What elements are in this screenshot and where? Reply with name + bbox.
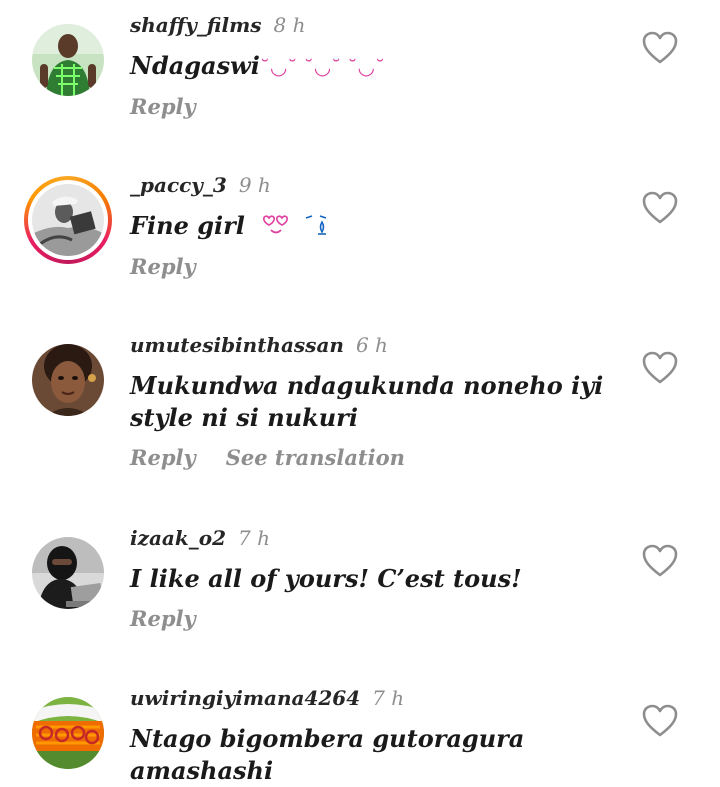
- like-heart-icon[interactable]: [642, 544, 678, 578]
- username-link[interactable]: izaak_o2: [130, 526, 226, 550]
- avatar-image-icon: [32, 24, 104, 96]
- comment-text: I like all of yours! C’est tous!: [130, 563, 620, 595]
- timestamp: 7 h: [238, 526, 270, 550]
- see-translation-button[interactable]: See translation: [226, 445, 405, 470]
- avatar-image-icon: [32, 697, 104, 769]
- comment-meta: izaak_o2 7 h: [130, 525, 620, 551]
- comment-text: Fine girl: [130, 210, 620, 243]
- comment-item: _paccy_3 9 h Fine girl Reply: [0, 160, 720, 320]
- reply-button[interactable]: Reply: [130, 94, 196, 119]
- comment-text-body: Mukundwa ndagukunda noneho iyi style ni …: [130, 371, 604, 432]
- username-link[interactable]: umutesibinthassan: [130, 333, 344, 357]
- comment-item: shaffy_films 8 h Ndagaswi˘◡˘ ˘◡˘ ˘◡˘ Repl…: [0, 0, 720, 160]
- avatar[interactable]: [32, 697, 104, 769]
- comment-meta: _paccy_3 9 h: [130, 172, 620, 198]
- avatar-image-icon: [32, 537, 104, 609]
- reply-button[interactable]: Reply: [130, 445, 196, 470]
- heart-eyes-emoji-icon: [263, 215, 295, 239]
- tears-emoji-icon: [304, 215, 330, 239]
- reply-button[interactable]: Reply: [130, 254, 196, 279]
- comment-item: uwiringiyimana4264 7 h Ntago bigombera gu…: [0, 673, 720, 785]
- avatar[interactable]: [32, 537, 104, 609]
- avatar-image-icon: [32, 184, 104, 256]
- comment-meta: shaffy_films 8 h: [130, 12, 620, 38]
- like-heart-icon[interactable]: [642, 351, 678, 385]
- comment-actions: Reply: [130, 253, 620, 281]
- like-heart-icon[interactable]: [642, 31, 678, 65]
- timestamp: 8 h: [273, 13, 306, 37]
- comment-actions: Reply: [130, 605, 620, 633]
- comment-text-body: Ntago bigombera gutoragura amashashi: [130, 724, 525, 785]
- comment-text-body: Fine girl: [130, 211, 245, 240]
- emoji-kiss-icon: ˘◡˘ ˘◡˘ ˘◡˘: [259, 55, 385, 79]
- comment-meta: uwiringiyimana4264 7 h: [130, 685, 620, 711]
- comment-actions: Reply: [130, 93, 620, 121]
- comment-actions: Reply See translation: [130, 444, 620, 472]
- avatar-with-story-ring[interactable]: [24, 176, 112, 264]
- timestamp: 6 h: [355, 333, 388, 357]
- timestamp: 7 h: [372, 686, 405, 710]
- avatar-ring-gap: [28, 180, 108, 260]
- username-link[interactable]: _paccy_3: [130, 173, 227, 197]
- comment-text-body: Ndagaswi: [130, 51, 260, 80]
- username-link[interactable]: uwiringiyimana4264: [130, 686, 360, 710]
- avatar[interactable]: [32, 344, 104, 416]
- comment-meta: umutesibinthassan 6 h: [130, 332, 620, 358]
- timestamp: 9 h: [238, 173, 271, 197]
- comment-text-body: I like all of yours! C’est tous!: [130, 564, 522, 593]
- comment-item: umutesibinthassan 6 h Mukundwa ndagukunda…: [0, 320, 720, 513]
- comment-item: izaak_o2 7 h I like all of yours! C’est t…: [0, 513, 720, 673]
- avatar[interactable]: [32, 24, 104, 96]
- comment-text: Ndagaswi˘◡˘ ˘◡˘ ˘◡˘: [130, 50, 620, 83]
- reply-button[interactable]: Reply: [130, 606, 196, 631]
- username-link[interactable]: shaffy_films: [130, 13, 261, 37]
- comment-text: Ntago bigombera gutoragura amashashi: [130, 723, 620, 787]
- like-heart-icon[interactable]: [642, 191, 678, 225]
- like-heart-icon[interactable]: [642, 704, 678, 738]
- comment-text: Mukundwa ndagukunda noneho iyi style ni …: [130, 370, 620, 434]
- avatar-image-icon: [32, 344, 104, 416]
